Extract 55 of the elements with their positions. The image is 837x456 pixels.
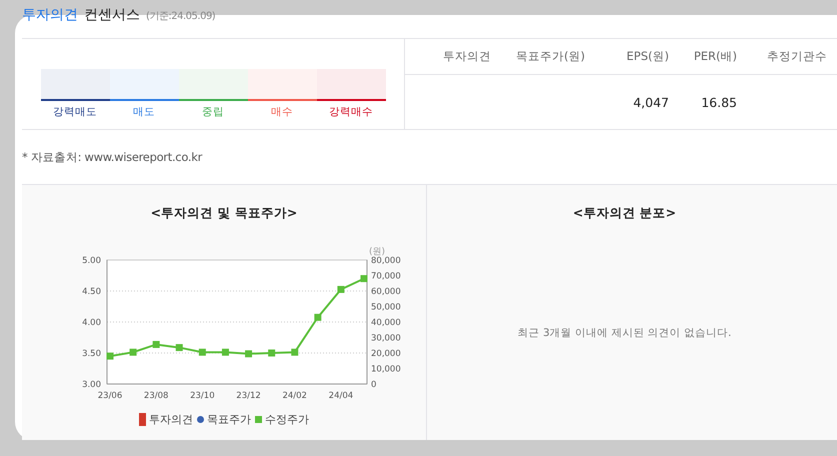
point [314, 314, 322, 321]
table-cell-text: 16.85 [700, 94, 738, 112]
y-axis-label: 4.00 [82, 318, 101, 328]
point [337, 286, 344, 293]
point [222, 348, 229, 356]
y-axis-label: 80,000 [371, 256, 401, 266]
point [176, 344, 183, 352]
y-axis-label: 4.50 [82, 287, 101, 297]
point [198, 348, 206, 356]
y-axis-label: 40,000 [371, 318, 401, 328]
chart-title: <투자의견 분포> [572, 205, 676, 222]
date-label: (기준:24.05.09) [146, 10, 216, 23]
legend-label: 투자의견 [149, 412, 193, 427]
point [291, 348, 298, 356]
y-axis-label: 50,000 [371, 302, 401, 312]
section-title: 투자의견 [22, 6, 78, 24]
column-header: PER(배) [679, 39, 747, 75]
point [360, 275, 368, 282]
x-axis-label: 23/12 [236, 391, 261, 401]
legend-label: 목표주가 [207, 412, 251, 427]
point [152, 340, 160, 348]
y-axis-label: 3.00 [82, 380, 101, 390]
legend-label: 수정주가 [265, 412, 309, 427]
chart-title: <투자의견 및 목표주가> [150, 205, 298, 222]
x-axis-label: 23/08 [144, 391, 168, 401]
y-axis-label: 0 [371, 380, 376, 390]
table-cell-text: 4,047 [632, 94, 670, 112]
x-axis-label: 23/06 [98, 391, 122, 401]
opinion-scale-label: 매수 [271, 105, 293, 119]
y-axis-label: 5.00 [82, 256, 101, 266]
empty-message: 최근 3개월 이내에 제시된 의견이 없습니다. [518, 326, 732, 340]
opinion-scale-label: 중립 [202, 105, 224, 119]
opinion-scale-label: 강력매수 [329, 105, 373, 119]
y-axis-label: 70,000 [371, 272, 401, 282]
y-axis-label: 10,000 [371, 364, 401, 374]
source-note: * 자료출처: www.wisereport.co.kr [22, 150, 202, 164]
column-header: 추정기관수 [747, 39, 837, 75]
column-header: 투자의견 [405, 39, 501, 75]
column-header: EPS(원) [595, 39, 679, 75]
y-axis-label: 20,000 [371, 349, 401, 359]
opinion-scale-label: 강력매도 [53, 105, 97, 119]
y-axis-label: 60,000 [371, 287, 401, 297]
point [130, 348, 137, 356]
section-title: 컨센서스 [84, 6, 140, 24]
point [268, 350, 276, 356]
x-axis-label: 24/02 [282, 391, 307, 401]
x-axis-label: 24/04 [328, 391, 354, 401]
x-axis-label: 23/10 [190, 391, 215, 401]
point [245, 350, 252, 358]
y-axis-label: 3.50 [82, 349, 101, 359]
opinion-scale-label: 매도 [133, 105, 155, 119]
unit-label: (원) [369, 247, 386, 257]
y-axis-label: 30,000 [371, 334, 401, 344]
point [106, 352, 114, 360]
column-header: 목표주가(원) [501, 39, 595, 75]
